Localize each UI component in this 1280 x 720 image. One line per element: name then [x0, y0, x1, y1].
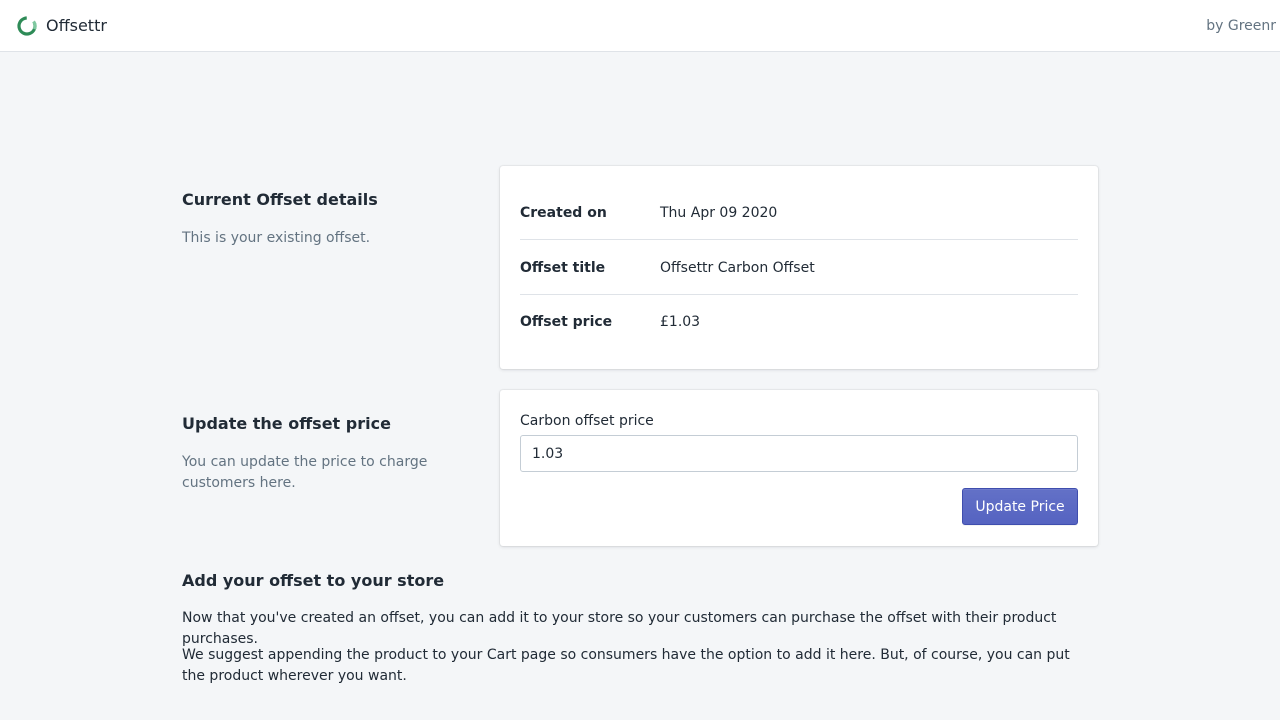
details-row-created-on: Created on Thu Apr 09 2020	[520, 186, 1078, 240]
byline: by Greenr	[1206, 18, 1276, 34]
details-term: Offset title	[520, 260, 606, 276]
current-offset-title: Current Offset details	[182, 190, 378, 209]
update-price-description: You can update the price to charge custo…	[182, 454, 428, 491]
add-to-store-paragraph: Now that you've created an offset, you c…	[182, 610, 1057, 647]
current-offset-description: This is your existing offset.	[182, 230, 371, 246]
update-price-button[interactable]: Update Price	[962, 488, 1078, 525]
details-value: Offsettr Carbon Offset	[660, 260, 815, 276]
app-name: Offsettr	[46, 16, 107, 35]
offset-details-card: Created on Thu Apr 09 2020 Offset title …	[500, 166, 1098, 369]
carbon-offset-price-label: Carbon offset price	[520, 413, 654, 429]
carbon-offset-price-input[interactable]	[520, 435, 1078, 472]
details-term: Created on	[520, 205, 607, 221]
details-row-offset-title: Offset title Offsettr Carbon Offset	[520, 241, 1078, 295]
top-bar: Offsettr by Greenr	[0, 0, 1280, 52]
details-value: £1.03	[660, 314, 701, 330]
details-term: Offset price	[520, 314, 613, 330]
offsettr-ring-logo-icon[interactable]	[16, 15, 38, 37]
update-price-title: Update the offset price	[182, 414, 391, 433]
details-value: Thu Apr 09 2020	[660, 205, 778, 221]
details-row-offset-price: Offset price £1.03	[520, 295, 1078, 349]
add-to-store-title: Add your offset to your store	[182, 571, 445, 590]
add-to-store-paragraph: We suggest appending the product to your…	[182, 647, 1070, 684]
update-price-card: Carbon offset price Update Price	[500, 390, 1098, 546]
